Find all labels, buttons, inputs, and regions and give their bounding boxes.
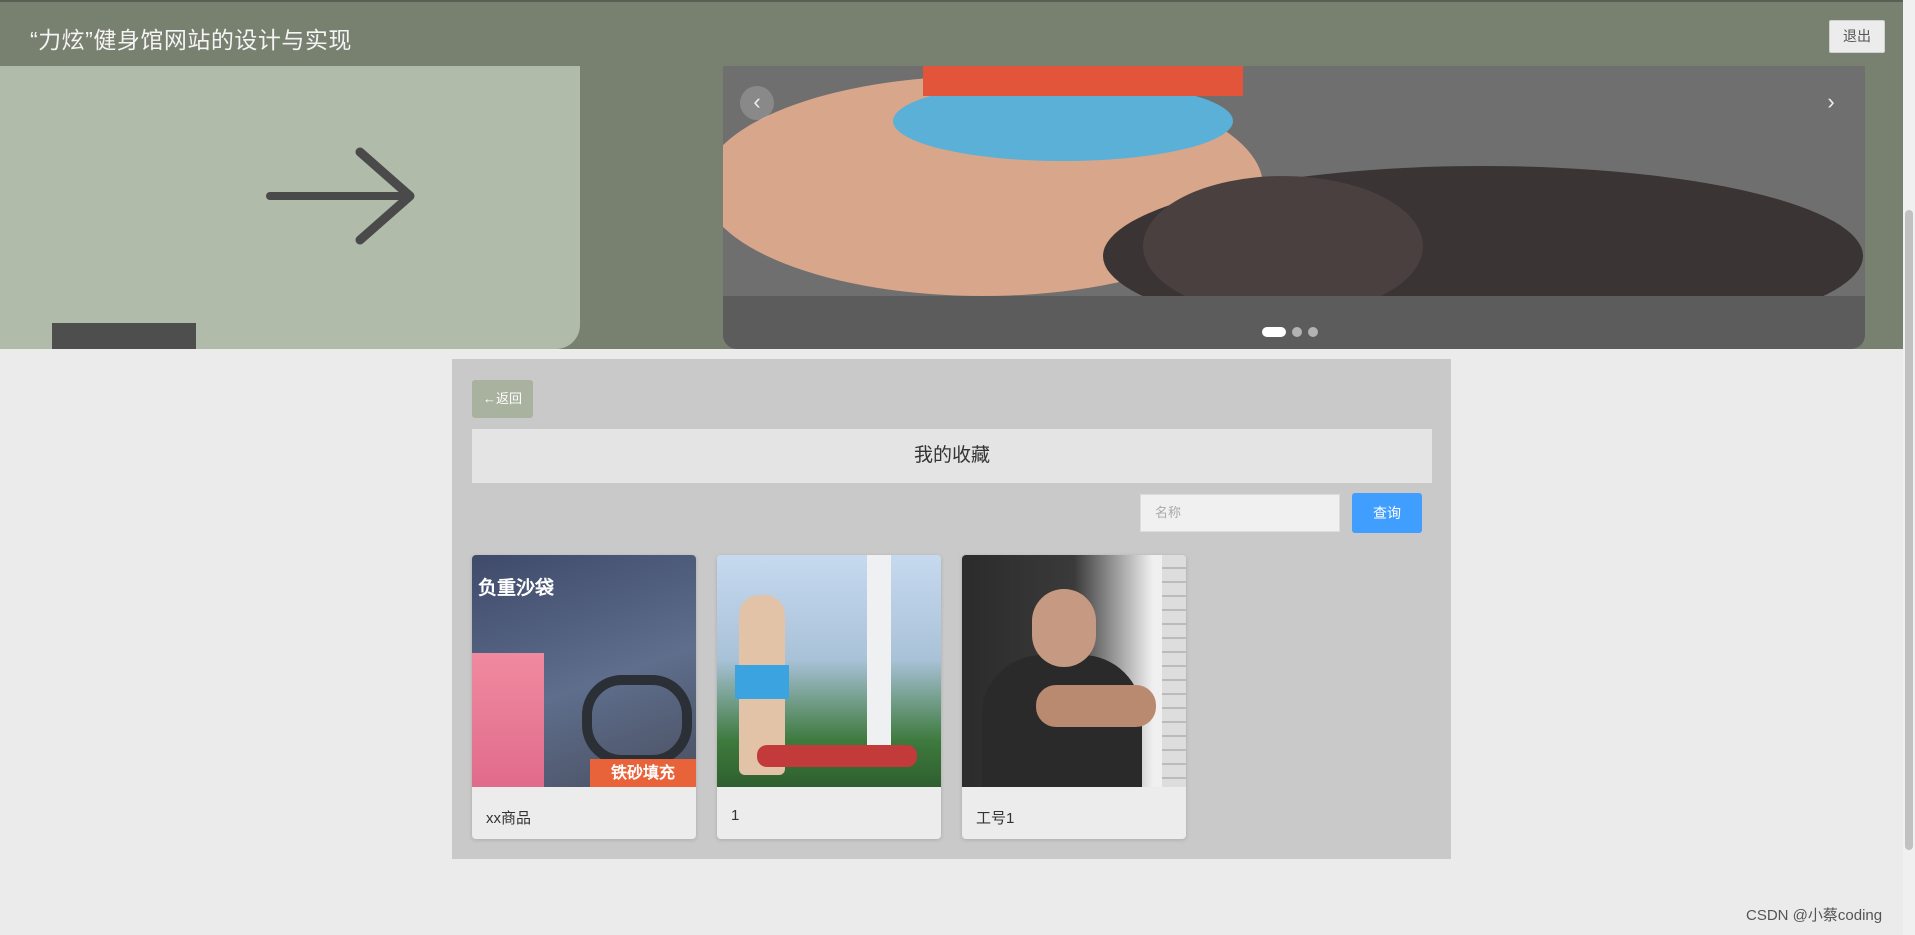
card-name: xx商品: [486, 810, 532, 827]
right-arrow-icon: [266, 147, 415, 245]
image-tag-text: 负重沙袋: [478, 577, 555, 599]
back-button[interactable]: ←返回: [472, 380, 533, 418]
promo-strip: [472, 653, 544, 787]
banner-slide-image: [723, 66, 1865, 349]
site-title: “力炫”健身馆网站的设计与实现: [30, 27, 352, 53]
carousel-dot-3[interactable]: [1308, 327, 1318, 337]
banner-side-card: [0, 66, 580, 349]
carousel-indicators: [1262, 324, 1324, 342]
pillar-shape: [867, 555, 891, 755]
watermark: CSDN @小蔡coding: [1746, 907, 1883, 924]
face-shape: [1032, 589, 1096, 667]
logout-button[interactable]: 退出: [1829, 20, 1885, 53]
carousel-next-icon[interactable]: ›: [1814, 86, 1848, 120]
person-lying-shape: [757, 745, 917, 767]
page-scrollbar[interactable]: [1903, 0, 1915, 935]
sandbag-shape: [582, 675, 692, 765]
card-name: 1: [731, 807, 740, 824]
favorite-card[interactable]: 1: [717, 555, 941, 839]
railing-shape: [1162, 555, 1186, 787]
favorites-panel: ←返回 我的收藏 名称 查询 负重沙袋 铁砂填充 xx商品 1 工号1: [452, 359, 1451, 859]
shorts-shape: [735, 665, 789, 699]
carousel-dot-2[interactable]: [1292, 327, 1302, 337]
image-bottom-text: 铁砂填充: [590, 759, 696, 787]
carousel-prev-icon[interactable]: ‹: [740, 86, 774, 120]
search-button[interactable]: 查询: [1352, 493, 1422, 533]
trainer-image[interactable]: [717, 555, 941, 787]
favorite-card[interactable]: 负重沙袋 铁砂填充 xx商品: [472, 555, 696, 839]
product-image[interactable]: 负重沙袋 铁砂填充: [472, 555, 696, 787]
card-name: 工号1: [976, 810, 1015, 827]
search-input[interactable]: 名称: [1140, 494, 1340, 532]
coach-image[interactable]: [962, 555, 1186, 787]
fitness-photo: [723, 66, 1865, 349]
top-header: “力炫”健身馆网站的设计与实现 退出: [0, 0, 1903, 66]
banner-carousel: ‹ ›: [0, 66, 1903, 349]
favorite-card[interactable]: 工号1: [962, 555, 1186, 839]
arm-shape: [1036, 685, 1156, 727]
banner-dark-block: [52, 323, 196, 349]
carousel-dot-1[interactable]: [1262, 327, 1286, 337]
page-title: 我的收藏: [472, 429, 1432, 483]
scrollbar-thumb[interactable]: [1905, 210, 1913, 850]
